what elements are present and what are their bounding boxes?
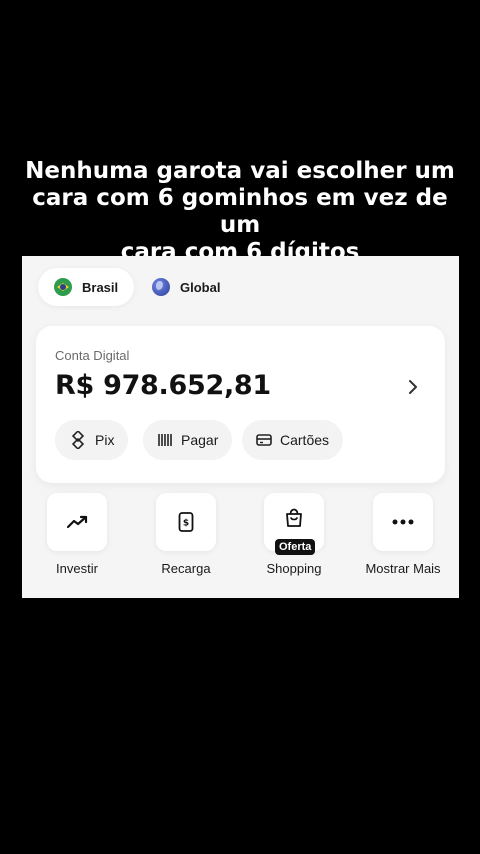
shopping-tile: Oferta [264,493,324,555]
account-balance: R$ 978.652,81 [55,370,271,401]
cartoes-button[interactable]: Cartões [242,420,344,460]
tab-brasil[interactable]: Brasil [38,268,135,306]
barcode-icon [158,434,172,446]
investir-tile [47,493,107,551]
card-icon [256,434,272,446]
account-label: Conta Digital [55,348,130,363]
pix-icon [71,431,85,449]
shortcut-investir-label: Investir [56,561,98,576]
more-tile [373,493,433,551]
shortcut-recarga[interactable]: $ Recarga [141,493,231,576]
svg-text:$: $ [183,519,189,529]
shortcut-shopping-label: Shopping [266,561,322,576]
shortcut-recarga-label: Recarga [161,561,211,576]
cartoes-label: Cartões [280,432,330,448]
chevron-right-icon[interactable] [404,378,422,396]
account-card[interactable]: Conta Digital R$ 978.652,81 Pix Pagar Ca… [36,326,445,483]
caption-line-1: Nenhuma garota vai escolher um [25,158,455,184]
caption-line-2: cara com 6 gominhos em vez de um [32,185,448,238]
shortcut-investir[interactable]: Investir [32,493,122,576]
meme-caption: Nenhuma garota vai escolher um cara com … [20,158,460,266]
recarga-tile: $ [156,493,216,551]
offer-badge: Oferta [275,539,316,555]
phone-recharge-icon: $ [178,512,194,532]
shortcut-mostrar-mais-label: Mostrar Mais [365,561,441,576]
more-icon [392,519,414,525]
trending-up-icon [66,515,88,529]
brazil-flag-icon [54,278,72,296]
tab-global-label: Global [180,279,221,295]
shortcut-mostrar-mais[interactable]: Mostrar Mais [358,493,448,576]
tab-global[interactable]: Global [136,268,236,306]
shortcut-shopping[interactable]: Oferta Shopping [249,493,339,576]
pagar-button[interactable]: Pagar [143,420,233,460]
pix-label: Pix [95,432,115,448]
globe-icon [152,278,170,296]
tab-brasil-label: Brasil [82,279,119,295]
pagar-label: Pagar [181,432,219,448]
banking-screenshot: Brasil Global Conta Digital R$ 978.652,8… [22,256,459,598]
pix-button[interactable]: Pix [55,420,129,460]
shopping-bag-icon [286,508,302,527]
